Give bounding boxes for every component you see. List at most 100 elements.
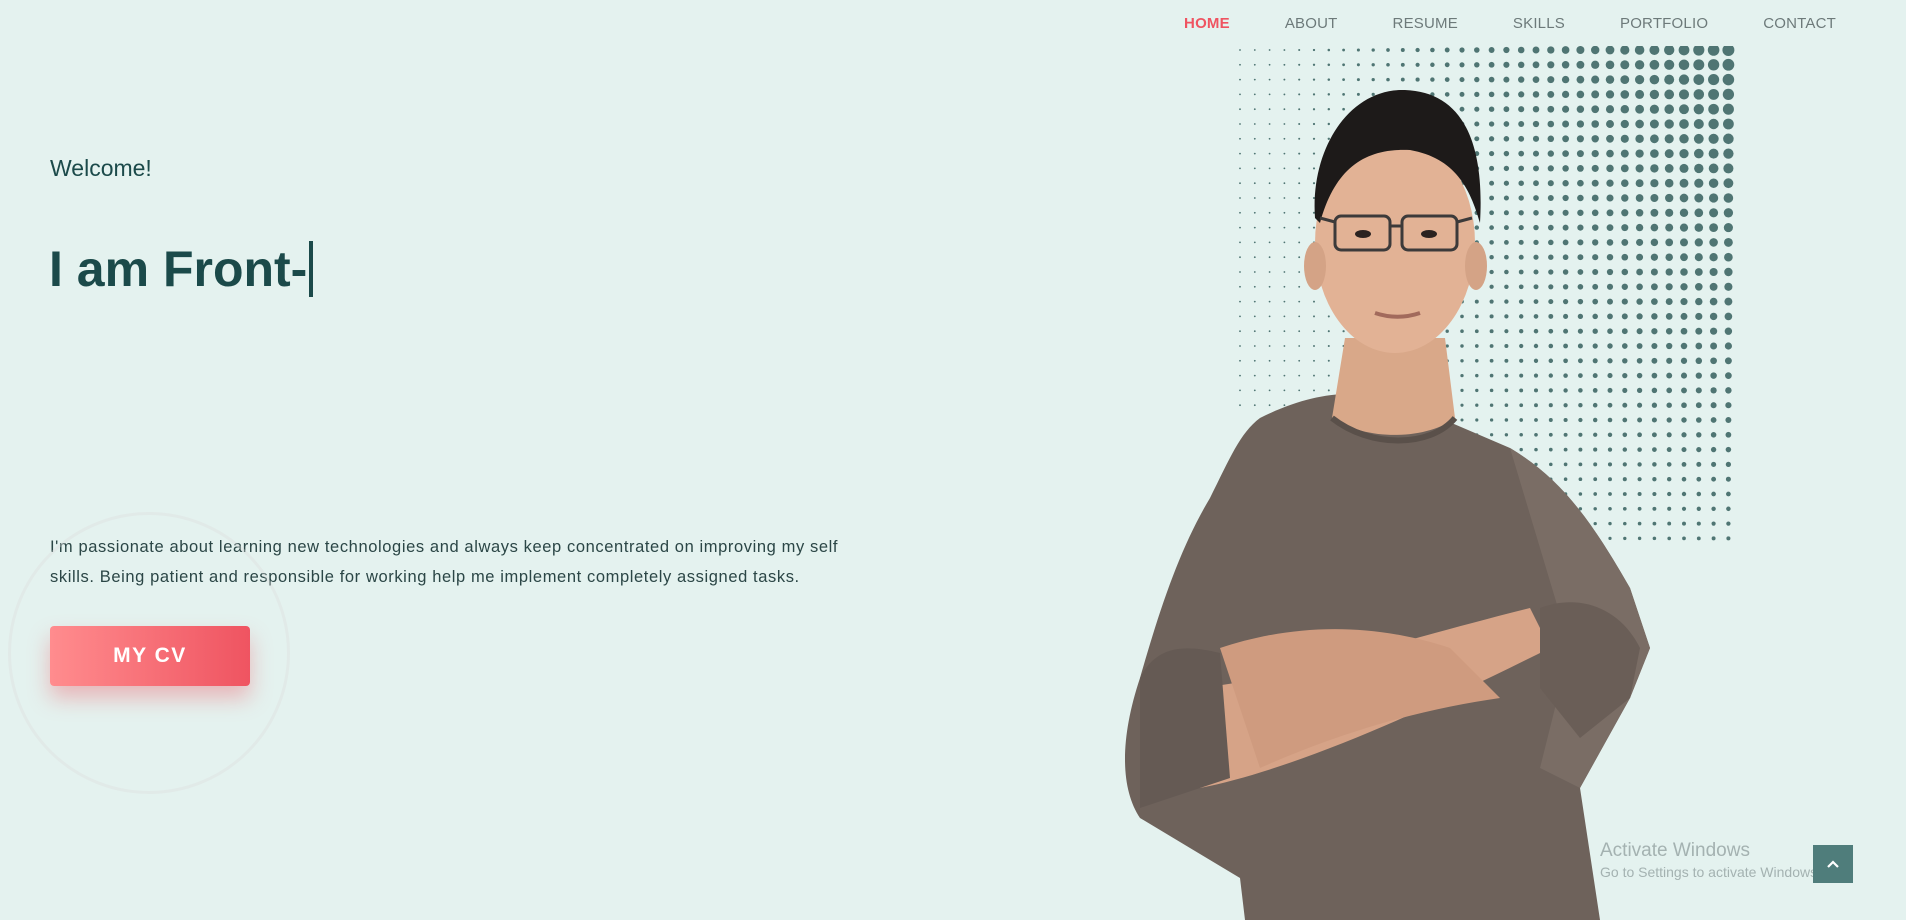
back-to-top-button[interactable] (1813, 845, 1853, 883)
halftone-dot (1681, 476, 1687, 482)
halftone-dot (1488, 76, 1495, 83)
halftone-dot (1678, 89, 1690, 100)
nav-contact[interactable]: CONTACT (1763, 15, 1836, 32)
halftone-dot (1724, 267, 1733, 277)
halftone-dot (1605, 60, 1615, 70)
halftone-dot (1724, 282, 1733, 291)
halftone-dot (1591, 60, 1600, 69)
halftone-dot (1693, 74, 1705, 85)
nav-about[interactable]: ABOUT (1285, 15, 1338, 32)
halftone-dot (1488, 47, 1495, 53)
halftone-dot (1696, 536, 1701, 541)
nav-home[interactable]: HOME (1184, 15, 1230, 32)
halftone-dot (1681, 402, 1687, 409)
halftone-dot (1268, 63, 1271, 66)
halftone-dot (1726, 536, 1731, 541)
halftone-dot (1723, 208, 1734, 218)
halftone-dot (1503, 76, 1510, 83)
halftone-dot (1268, 78, 1271, 81)
halftone-dot (1723, 118, 1734, 130)
halftone-dot (1724, 312, 1733, 321)
halftone-dot (1678, 46, 1690, 56)
halftone-dot (1649, 59, 1660, 70)
halftone-dot (1722, 88, 1735, 101)
typed-headline: I am Front- (49, 241, 308, 297)
my-cv-button[interactable]: MY CV (50, 626, 250, 686)
halftone-dot (1693, 89, 1705, 100)
halftone-dot (1708, 88, 1720, 100)
halftone-dot (1694, 223, 1704, 232)
halftone-dot (1725, 431, 1732, 438)
halftone-dot (1694, 163, 1704, 174)
halftone-dot (1605, 75, 1615, 84)
halftone-dot (1693, 46, 1705, 56)
halftone-dot (1725, 402, 1732, 409)
halftone-dot (1503, 61, 1510, 68)
halftone-dot (1709, 312, 1718, 321)
halftone-dot (1283, 63, 1286, 66)
halftone-dot (1708, 74, 1720, 86)
halftone-dot (1724, 252, 1733, 262)
nav-resume[interactable]: RESUME (1393, 15, 1458, 32)
profile-photo (1125, 89, 1650, 920)
halftone-dot (1708, 103, 1719, 115)
halftone-dot (1695, 402, 1702, 409)
halftone-dot (1342, 78, 1345, 81)
halftone-dot (1694, 193, 1704, 203)
halftone-dot (1561, 46, 1570, 54)
halftone-dot (1634, 60, 1645, 70)
nav-portfolio[interactable]: PORTFOLIO (1620, 15, 1708, 32)
halftone-dot (1664, 74, 1675, 85)
halftone-dot (1711, 506, 1716, 512)
windows-activation-watermark: Activate Windows Go to Settings to activ… (1600, 840, 1821, 880)
halftone-dot (1253, 78, 1256, 81)
halftone-dot (1693, 118, 1704, 130)
halftone-dot (1298, 78, 1301, 81)
halftone-dot (1711, 476, 1717, 482)
halftone-dot (1518, 76, 1525, 83)
halftone-dot (1679, 208, 1689, 218)
halftone-dot (1356, 48, 1360, 52)
halftone-dot (1708, 118, 1719, 130)
halftone-dot (1517, 46, 1525, 54)
halftone-dot (1695, 342, 1703, 350)
halftone-dot (1681, 417, 1687, 423)
watermark-subtitle: Go to Settings to activate Windows. (1600, 864, 1821, 880)
halftone-dot (1725, 476, 1731, 482)
halftone-dot (1725, 387, 1732, 394)
halftone-dot (1723, 237, 1733, 247)
halftone-dot (1723, 193, 1734, 203)
halftone-dot (1694, 268, 1703, 276)
headline: I am Front- (49, 240, 314, 298)
halftone-dot (1253, 49, 1256, 51)
halftone-dot (1342, 48, 1346, 52)
halftone-dot (1724, 327, 1733, 335)
halftone-dot (1459, 62, 1465, 68)
halftone-dot (1503, 46, 1510, 54)
halftone-dot (1312, 48, 1316, 52)
halftone-dot (1696, 506, 1701, 511)
halftone-dot (1710, 432, 1717, 438)
halftone-dot (1649, 46, 1660, 55)
halftone-dot (1400, 77, 1405, 82)
nav-skills[interactable]: SKILLS (1513, 15, 1565, 32)
halftone-dot (1722, 58, 1735, 71)
halftone-dot (1710, 342, 1718, 350)
halftone-dot (1679, 148, 1689, 159)
halftone-dot (1710, 327, 1718, 335)
halftone-dot (1709, 282, 1718, 291)
halftone-dot (1722, 73, 1735, 86)
halftone-dot (1693, 133, 1704, 144)
halftone-dot (1711, 461, 1717, 467)
halftone-dot (1474, 62, 1480, 68)
halftone-dot (1680, 268, 1688, 276)
halftone-dot (1680, 238, 1688, 247)
halftone-dot (1724, 357, 1732, 365)
watermark-title: Activate Windows (1600, 840, 1750, 861)
halftone-dot (1430, 47, 1435, 53)
halftone-dot (1708, 133, 1719, 144)
halftone-dot (1283, 49, 1286, 51)
halftone-dot (1605, 46, 1615, 55)
halftone-dot (1576, 46, 1585, 55)
halftone-dot (1386, 63, 1390, 67)
